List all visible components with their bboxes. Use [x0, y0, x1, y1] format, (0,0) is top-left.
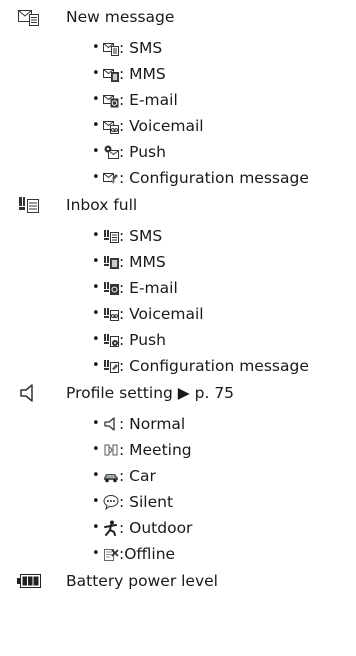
list-item: • : Outdoor [0, 516, 356, 540]
list-item-label: : Normal [119, 415, 186, 433]
list-item: • : Voicemail [0, 302, 356, 326]
list-item-label: :Offline [119, 545, 176, 563]
section-title: Profile setting ▶ p. 75 [66, 384, 235, 402]
list-item: • : E-mail [0, 276, 356, 300]
list-item-label: : SMS [119, 39, 163, 57]
configuration-message-icon [103, 170, 119, 186]
bullet: • [92, 332, 100, 347]
list-item: • : Push [0, 328, 356, 352]
bullet: • [92, 416, 100, 431]
mms-envelope-icon [103, 66, 119, 82]
bullet: • [92, 254, 100, 269]
list-item-label: : Configuration message [119, 357, 309, 375]
push-message-icon [103, 144, 119, 160]
list-item-label: : MMS [119, 253, 166, 271]
normal-speaker-icon [103, 416, 119, 432]
list-item-label: : E-mail [119, 91, 178, 109]
section-title: New message [66, 8, 175, 26]
list-item: • : E-mail [0, 88, 356, 112]
bullet: • [92, 280, 100, 295]
inbox-full-push-icon [103, 332, 119, 348]
list-item: • : Configuration message [0, 354, 356, 378]
bullet: • [92, 228, 100, 243]
inbox-full-voicemail-icon [103, 306, 119, 322]
list-item: • : SMS [0, 224, 356, 248]
voicemail-envelope-icon [103, 118, 119, 134]
inbox-full-mms-icon [103, 254, 119, 270]
bullet: • [92, 494, 100, 509]
section-battery-power-level: Battery power level [0, 569, 356, 593]
silent-icon [103, 494, 119, 510]
list-item-label: : E-mail [119, 279, 178, 297]
bullet: • [92, 546, 100, 561]
bullet: • [92, 66, 100, 81]
list-item-label: : Car [119, 467, 156, 485]
section-title: Inbox full [66, 196, 138, 214]
inbox-full-email-icon [103, 280, 119, 296]
list-item-label: : Silent [119, 493, 174, 511]
list-item-label: : Outdoor [119, 519, 193, 537]
list-item: • : Push [0, 140, 356, 164]
bullet: • [92, 40, 100, 55]
speaker-icon [18, 384, 40, 402]
new-message-icon [18, 8, 40, 26]
bullet: • [92, 468, 100, 483]
list-item: • : MMS [0, 250, 356, 274]
list-item: • :Offline [0, 542, 356, 566]
sms-envelope-icon [103, 40, 119, 56]
list-item-label: : Voicemail [119, 305, 204, 323]
list-item-label: : Push [119, 143, 166, 161]
inbox-full-icon [18, 196, 40, 214]
list-item-label: : SMS [119, 227, 163, 245]
list-item: • : SMS [0, 36, 356, 60]
list-item-label: : Push [119, 331, 166, 349]
list-item-label: : Configuration message [119, 169, 309, 187]
outdoor-icon [103, 520, 119, 536]
list-item: • : MMS [0, 62, 356, 86]
bullet: • [92, 306, 100, 321]
bullet: • [92, 358, 100, 373]
list-item: • : Voicemail [0, 114, 356, 138]
car-icon [103, 468, 119, 484]
bullet: • [92, 118, 100, 133]
list-item: • : Car [0, 464, 356, 488]
meeting-icon [103, 442, 119, 458]
list-item-label: : Voicemail [119, 117, 204, 135]
battery-icon [17, 574, 41, 592]
section-new-message: New message [0, 5, 356, 29]
section-inbox-full: Inbox full [0, 193, 356, 217]
list-item: • : Meeting [0, 438, 356, 462]
bullet: • [92, 442, 100, 457]
list-item-label: : MMS [119, 65, 166, 83]
section-profile-setting: Profile setting ▶ p. 75 [0, 381, 356, 405]
section-title: Battery power level [66, 572, 218, 590]
bullet: • [92, 520, 100, 535]
bullet: • [92, 144, 100, 159]
list-item: • : Configuration message [0, 166, 356, 190]
list-item-label: : Meeting [119, 441, 192, 459]
inbox-full-configuration-icon [103, 358, 119, 374]
list-item: • : Silent [0, 490, 356, 514]
bullet: • [92, 92, 100, 107]
offline-icon [103, 546, 119, 562]
list-item: • : Normal [0, 412, 356, 436]
bullet: • [92, 170, 100, 185]
email-envelope-icon [103, 92, 119, 108]
inbox-full-sms-icon [103, 228, 119, 244]
